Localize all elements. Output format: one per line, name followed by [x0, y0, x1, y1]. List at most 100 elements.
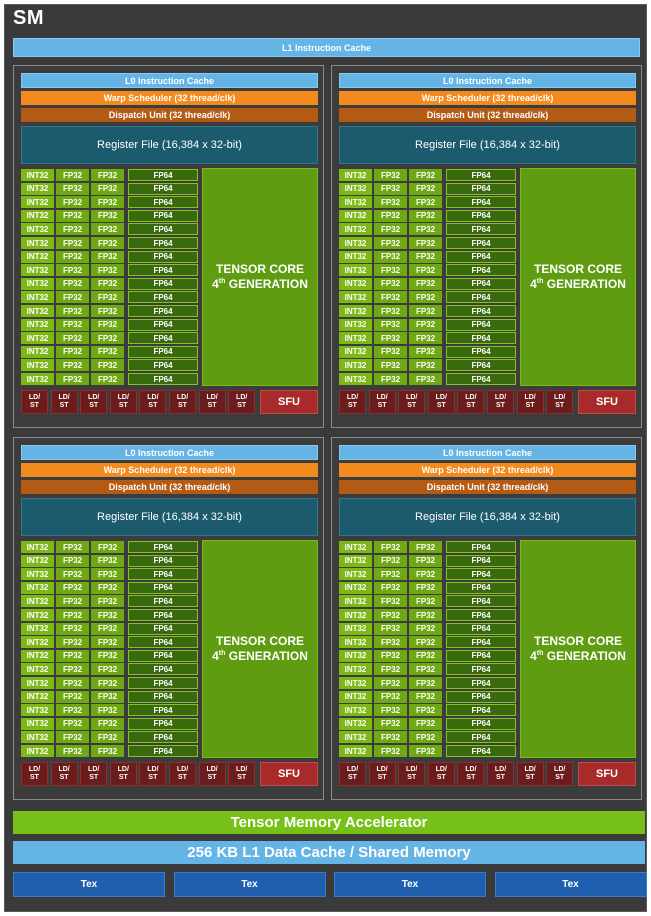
- fp64-unit: FP64: [128, 581, 198, 594]
- ldst-label-bottom: ST: [207, 774, 217, 781]
- fp32-unit: FP32: [91, 345, 124, 358]
- int32-unit: INT32: [339, 731, 372, 744]
- fp32-unit: FP32: [409, 541, 442, 553]
- fp64-unit: FP64: [446, 223, 516, 236]
- fp64-unit: FP64: [446, 704, 516, 717]
- fp64-unit: FP64: [128, 332, 198, 345]
- ldst-label-bottom: ST: [555, 774, 565, 781]
- tensor-core: TENSOR CORE 4th GENERATION: [520, 540, 636, 758]
- fp32-unit: FP32: [91, 745, 124, 757]
- fp64-unit: FP64: [446, 663, 516, 676]
- fp32-unit: FP32: [409, 332, 442, 345]
- fp32-unit: FP32: [56, 332, 89, 345]
- fp32-unit: FP32: [91, 318, 124, 331]
- fp64-unit: FP64: [128, 318, 198, 331]
- ldst-unit: LD/ST: [169, 762, 196, 786]
- fp64-unit: FP64: [128, 359, 198, 372]
- int32-unit: INT32: [21, 196, 54, 209]
- fp32-unit: FP32: [374, 277, 407, 290]
- ldst-unit: LD/ST: [487, 390, 514, 414]
- fp64-unit: FP64: [446, 305, 516, 317]
- ldst-label-top: LD/: [554, 394, 566, 401]
- fp64-unit: FP64: [446, 277, 516, 290]
- fp32-unit: FP32: [56, 209, 89, 222]
- fp32-unit: FP32: [409, 196, 442, 209]
- fp64-unit: FP64: [446, 209, 516, 222]
- fp32-unit: FP32: [409, 595, 442, 608]
- tensor-core-label: TENSOR CORE: [533, 634, 622, 648]
- fp32-unit: FP32: [56, 291, 89, 304]
- fp32-unit: FP32: [91, 169, 124, 181]
- l0-instruction-cache: L0 Instruction Cache: [21, 73, 318, 88]
- fp32-unit: FP32: [56, 305, 89, 317]
- fp32-unit: FP32: [409, 609, 442, 621]
- fp32-unit: FP32: [374, 359, 407, 372]
- ldst-label-bottom: ST: [237, 402, 247, 409]
- dispatch-unit: Dispatch Unit (32 thread/clk): [21, 480, 318, 494]
- fp32-unit: FP32: [374, 237, 407, 249]
- dispatch-unit: Dispatch Unit (32 thread/clk): [339, 108, 636, 122]
- warp-scheduler: Warp Scheduler (32 thread/clk): [339, 91, 636, 105]
- int32-unit: INT32: [339, 663, 372, 676]
- fp32-unit: FP32: [91, 223, 124, 236]
- ldst-label-bottom: ST: [178, 402, 187, 409]
- fp64-unit: FP64: [446, 554, 516, 567]
- int32-unit: INT32: [21, 291, 54, 304]
- ldst-unit: LD/ST: [368, 390, 396, 414]
- fp32-unit: FP32: [409, 237, 442, 249]
- ldst-label-bottom: ST: [118, 402, 128, 409]
- tensor-core-label: TENSOR CORE: [533, 262, 622, 276]
- sfu-unit: SFU: [578, 762, 636, 786]
- fp32-unit: FP32: [409, 731, 442, 744]
- fp32-unit: FP32: [91, 359, 124, 372]
- fp32-unit: FP32: [56, 609, 89, 621]
- fp32-unit: FP32: [91, 690, 124, 703]
- fp32-unit: FP32: [56, 277, 89, 290]
- fp32-unit: FP32: [56, 663, 89, 676]
- fp32-unit: FP32: [374, 745, 407, 757]
- fp64-unit: FP64: [128, 223, 198, 236]
- fp32-unit: FP32: [374, 704, 407, 717]
- fp32-unit: FP32: [56, 649, 89, 662]
- fp32-unit: FP32: [374, 305, 407, 317]
- int32-unit: INT32: [339, 690, 372, 703]
- sfu-unit: SFU: [260, 762, 318, 786]
- fp32-unit: FP32: [91, 595, 124, 608]
- ldst-label-top: LD/: [58, 766, 70, 773]
- fp32-unit: FP32: [409, 636, 442, 649]
- fp32-unit: FP32: [91, 622, 124, 635]
- int32-unit: INT32: [21, 223, 54, 236]
- tensor-core-gen-num: 4: [530, 277, 537, 291]
- fp32-unit: FP32: [409, 277, 442, 290]
- int32-unit: INT32: [339, 677, 372, 689]
- int32-unit: INT32: [339, 704, 372, 717]
- fp32-unit: FP32: [374, 717, 407, 730]
- int32-unit: INT32: [21, 169, 54, 181]
- int32-unit: INT32: [21, 541, 54, 553]
- fp64-unit: FP64: [446, 182, 516, 195]
- fp64-unit: FP64: [446, 636, 516, 649]
- fp64-unit: FP64: [446, 196, 516, 209]
- ldst-unit: LD/ST: [516, 762, 544, 786]
- fp32-unit: FP32: [56, 717, 89, 730]
- int32-unit: INT32: [21, 595, 54, 608]
- fp32-unit: FP32: [91, 250, 124, 263]
- int32-unit: INT32: [339, 359, 372, 372]
- int32-unit: INT32: [339, 581, 372, 594]
- ldst-label-top: LD/: [376, 766, 388, 773]
- fp64-unit: FP64: [446, 332, 516, 345]
- ldst-unit: LD/ST: [50, 762, 78, 786]
- ldst-unit: LD/ST: [516, 390, 544, 414]
- fp64-unit: FP64: [128, 277, 198, 290]
- ldst-label-bottom: ST: [59, 402, 69, 409]
- int32-unit: INT32: [339, 595, 372, 608]
- subpartition-4: L0 Instruction Cache Warp Scheduler (32 …: [331, 437, 642, 800]
- fp32-unit: FP32: [91, 332, 124, 345]
- int32-unit: INT32: [21, 182, 54, 195]
- int32-unit: INT32: [339, 373, 372, 385]
- fp32-unit: FP32: [374, 196, 407, 209]
- fp32-unit: FP32: [374, 332, 407, 345]
- ldst-label-top: LD/: [147, 394, 159, 401]
- fp32-unit: FP32: [409, 649, 442, 662]
- tensor-core-gen-word: GENERATION: [228, 277, 308, 291]
